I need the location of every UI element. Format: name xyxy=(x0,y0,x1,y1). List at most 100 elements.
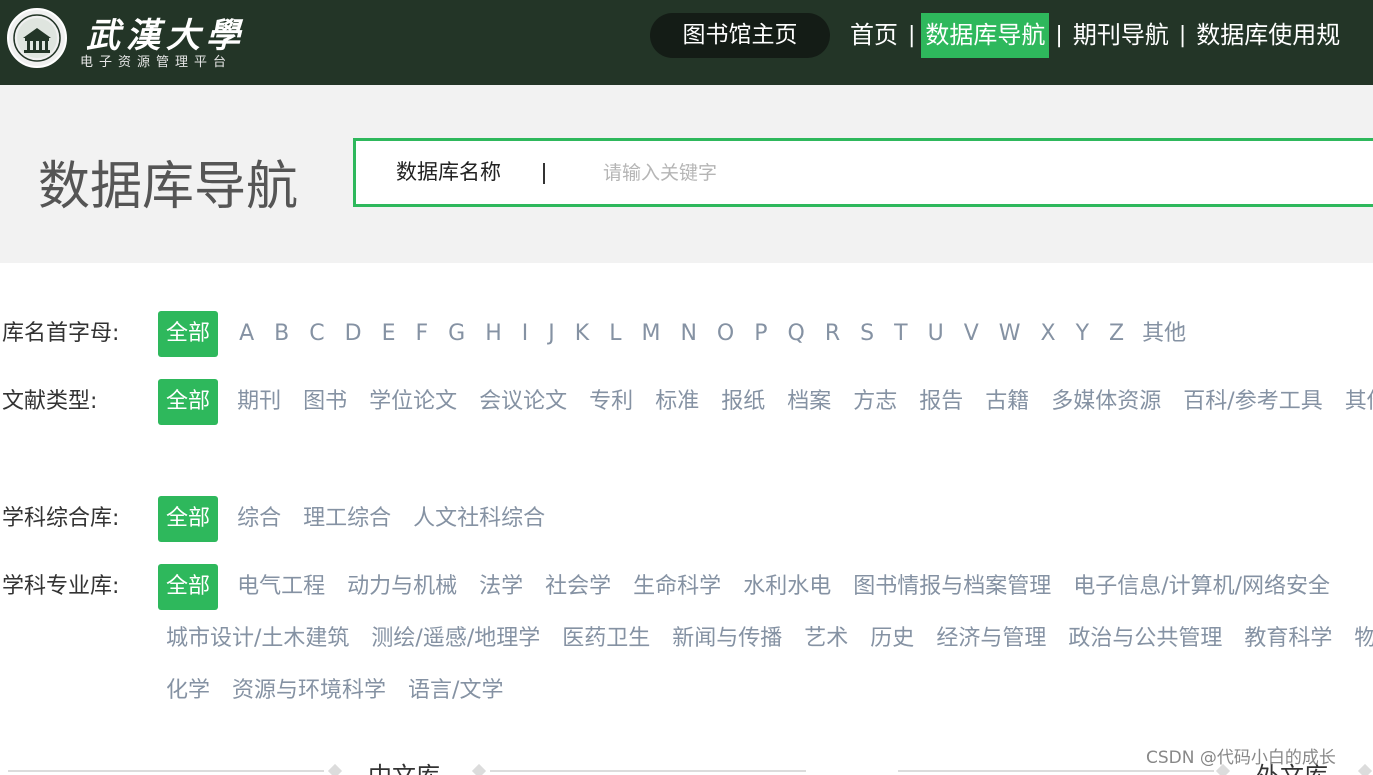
filter-label-doc-types: 文献类型: xyxy=(2,389,98,414)
filter-all-initials[interactable]: 全部 xyxy=(158,311,219,357)
filter-option-specialized[interactable]: 动力与机械 xyxy=(339,564,465,610)
filter-all-specialized[interactable]: 全部 xyxy=(158,564,219,610)
filter-option-initials[interactable]: Q xyxy=(778,311,815,357)
filter-option-initials[interactable]: W xyxy=(989,311,1031,357)
tab-divider-diamond xyxy=(1357,763,1373,775)
filter-option-initials[interactable]: H xyxy=(475,311,512,357)
filter-option-doc-types[interactable]: 专利 xyxy=(581,379,641,425)
doc-type-options: 全部 期刊 图书 学位论文 会议论文 专利 标准 报纸 档案 方志 报告 古籍 多媒体资源 百科/参考工… xyxy=(158,379,1373,431)
filter-option-initials[interactable]: M xyxy=(631,311,670,357)
filter-option-initials[interactable]: T xyxy=(884,311,917,357)
filter-option-initials[interactable]: C xyxy=(299,311,334,357)
page-title: 数据库导航 xyxy=(38,157,299,217)
tab-divider-line xyxy=(898,770,1214,772)
filter-option-doc-types[interactable]: 其他 xyxy=(1337,379,1373,425)
nav-item-journal-navigation[interactable]: 期刊导航 xyxy=(1069,13,1173,58)
nav-separator: | xyxy=(1178,23,1187,48)
filter-option-initials[interactable]: F xyxy=(406,311,439,357)
filter-label-initials: 库名首字母: xyxy=(2,321,120,346)
filter-option-initials[interactable]: I xyxy=(512,311,539,357)
filter-option-initials[interactable]: G xyxy=(438,311,475,357)
filter-option-doc-types[interactable]: 百科/参考工具 xyxy=(1175,379,1330,425)
filter-option-specialized[interactable]: 历史 xyxy=(862,616,922,662)
filter-option-initials[interactable]: U xyxy=(918,311,954,357)
filter-option-specialized[interactable]: 资源与环境科学 xyxy=(224,668,394,714)
filter-option-comprehensive[interactable]: 综合 xyxy=(229,496,289,542)
search-input[interactable] xyxy=(601,151,1305,195)
initials-options: 全部 A B C D E F G H I J K L M N O P Q R S T U V W X Y Z 其他 xyxy=(158,311,1373,357)
filter-option-initials[interactable]: K xyxy=(565,311,599,357)
filter-option-specialized[interactable]: 物理 xyxy=(1346,616,1373,662)
filter-option-initials[interactable]: Z xyxy=(1099,311,1134,357)
filter-option-initials[interactable]: L xyxy=(599,311,631,357)
filter-option-doc-types[interactable]: 学位论文 xyxy=(361,379,465,425)
tab-chinese-databases[interactable]: 中文库 xyxy=(368,756,440,775)
filter-option-specialized[interactable]: 测绘/遥感/地理学 xyxy=(363,616,548,662)
tab-divider-line xyxy=(8,770,324,772)
filter-option-specialized[interactable]: 水利水电 xyxy=(735,564,839,610)
watermark: CSDN @代码小白的成长 xyxy=(1146,748,1336,768)
filter-option-initials[interactable]: J xyxy=(538,311,565,357)
filter-option-initials[interactable]: V xyxy=(954,311,989,357)
filter-option-specialized[interactable]: 医药卫生 xyxy=(554,616,658,662)
filter-option-initials[interactable]: R xyxy=(815,311,850,357)
filter-label-specialized: 学科专业库: xyxy=(2,574,120,599)
filter-option-doc-types[interactable]: 图书 xyxy=(295,379,355,425)
logo-subtitle: 电子资源管理平台 xyxy=(80,55,233,70)
filter-option-doc-types[interactable]: 多媒体资源 xyxy=(1043,379,1169,425)
nav-item-database-usage-rules[interactable]: 数据库使用规 xyxy=(1192,13,1344,58)
filter-option-initials[interactable]: S xyxy=(850,311,884,357)
filter-option-initials[interactable]: O xyxy=(707,311,744,357)
filter-option-specialized[interactable]: 图书情报与档案管理 xyxy=(845,564,1059,610)
tab-divider-diamond xyxy=(471,763,487,775)
search-field-select[interactable]: 数据库名称 xyxy=(396,141,501,204)
filter-option-specialized[interactable]: 电子信息/计算机/网络安全 xyxy=(1065,564,1338,610)
logo-title[interactable]: 武漢大學 xyxy=(86,8,246,57)
filter-option-initials[interactable]: E xyxy=(372,311,406,357)
library-home-button[interactable]: 图书馆主页 xyxy=(650,13,830,58)
filter-option-doc-types[interactable]: 古籍 xyxy=(977,379,1037,425)
filter-option-initials[interactable]: P xyxy=(744,311,777,357)
filter-option-doc-types[interactable]: 标准 xyxy=(647,379,707,425)
filter-option-doc-types[interactable]: 档案 xyxy=(779,379,839,425)
filter-option-specialized[interactable]: 电气工程 xyxy=(229,564,333,610)
filter-all-comprehensive[interactable]: 全部 xyxy=(158,496,219,542)
filter-option-specialized[interactable]: 化学 xyxy=(158,668,218,714)
filter-option-doc-types[interactable]: 报纸 xyxy=(713,379,773,425)
university-emblem-icon[interactable] xyxy=(6,7,68,69)
top-navigation-bar: 武漢大學 电子资源管理平台 图书馆主页 首页 | 数据库导航 | 期刊导航 | … xyxy=(0,0,1373,85)
filter-option-doc-types[interactable]: 报告 xyxy=(911,379,971,425)
search-divider xyxy=(543,163,545,184)
filter-option-initials[interactable]: B xyxy=(264,311,299,357)
filter-option-doc-types[interactable]: 方志 xyxy=(845,379,905,425)
filter-option-specialized[interactable]: 经济与管理 xyxy=(928,616,1054,662)
filter-option-specialized[interactable]: 语言/文学 xyxy=(400,668,511,714)
filter-option-specialized[interactable]: 生命科学 xyxy=(625,564,729,610)
filter-option-comprehensive[interactable]: 人文社科综合 xyxy=(405,496,553,542)
nav-item-home[interactable]: 首页 xyxy=(846,13,902,58)
filter-option-specialized[interactable]: 城市设计/土木建筑 xyxy=(158,616,357,662)
filter-option-initials[interactable]: A xyxy=(229,311,264,357)
filter-option-specialized[interactable]: 政治与公共管理 xyxy=(1060,616,1230,662)
filter-all-doc-types[interactable]: 全部 xyxy=(158,379,219,425)
comprehensive-options: 全部 综合 理工综合 人文社科综合 xyxy=(158,496,1373,542)
filter-option-doc-types[interactable]: 期刊 xyxy=(229,379,289,425)
filter-option-doc-types[interactable]: 会议论文 xyxy=(471,379,575,425)
filter-option-specialized[interactable]: 教育科学 xyxy=(1236,616,1340,662)
filter-option-specialized[interactable]: 新闻与传播 xyxy=(664,616,790,662)
nav-separator: | xyxy=(1055,23,1063,48)
filter-option-comprehensive[interactable]: 理工综合 xyxy=(295,496,399,542)
filter-option-initials[interactable]: D xyxy=(335,311,372,357)
filter-option-specialized[interactable]: 法学 xyxy=(471,564,531,610)
filter-label-comprehensive: 学科综合库: xyxy=(2,506,120,531)
filter-option-initials[interactable]: 其他 xyxy=(1134,311,1194,357)
filter-option-initials[interactable]: X xyxy=(1031,311,1066,357)
filter-option-initials[interactable]: N xyxy=(670,311,706,357)
filter-option-initials[interactable]: Y xyxy=(1066,311,1099,357)
filter-option-specialized[interactable]: 社会学 xyxy=(537,564,619,610)
search-banner: 数据库导航 数据库名称 xyxy=(0,85,1373,263)
filter-option-specialized[interactable]: 艺术 xyxy=(796,616,856,662)
tab-divider-diamond xyxy=(327,763,343,775)
nav-separator: | xyxy=(908,23,916,48)
nav-item-database-navigation[interactable]: 数据库导航 xyxy=(921,13,1050,58)
